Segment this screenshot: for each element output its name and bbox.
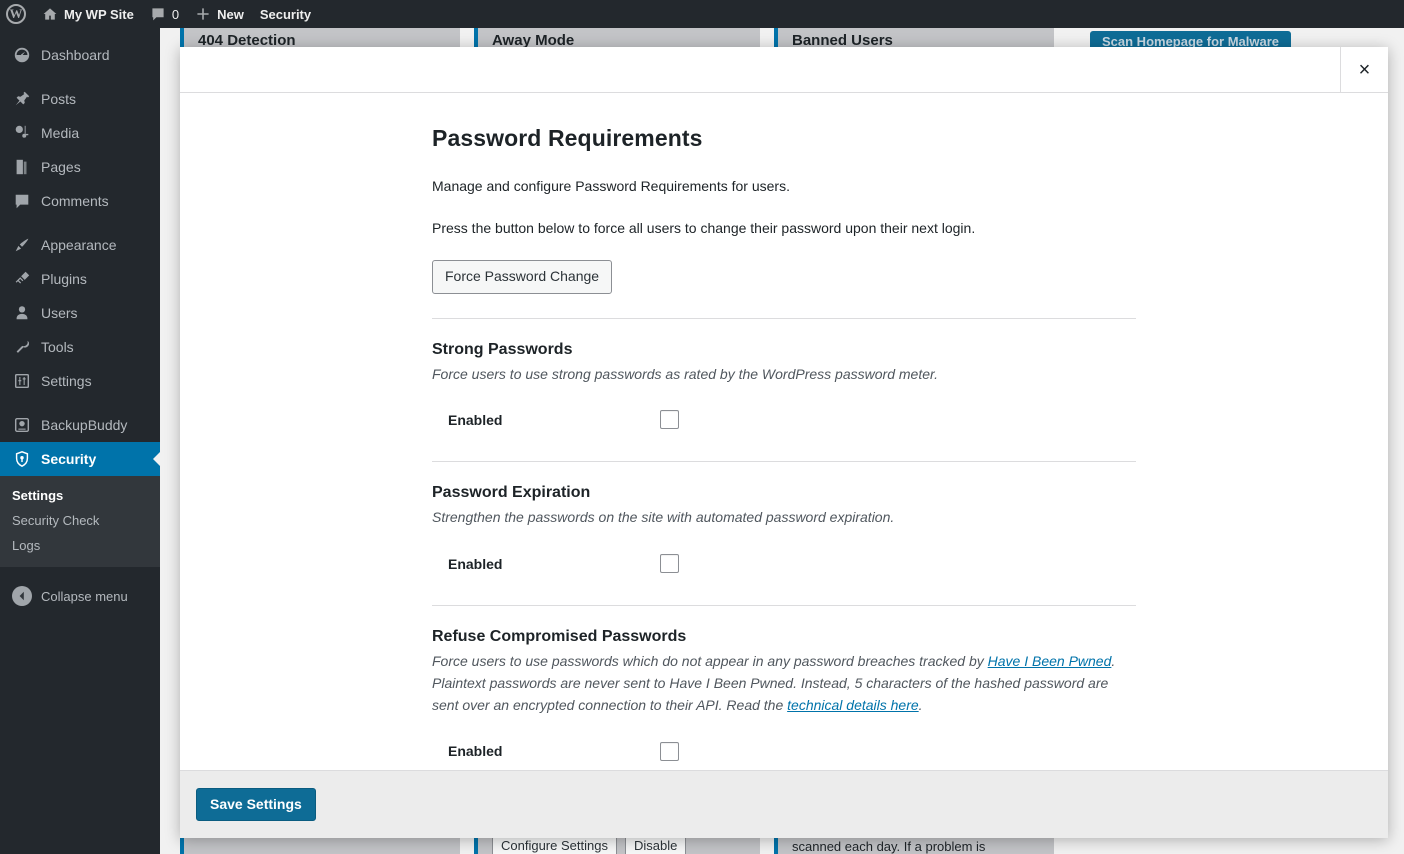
- section-strong-passwords: Strong Passwords Force users to use stro…: [432, 319, 1136, 430]
- enabled-field-row: Enabled: [432, 554, 1136, 574]
- strong-passwords-enabled-checkbox[interactable]: [660, 410, 679, 430]
- password-expiration-enabled-checkbox[interactable]: [660, 554, 679, 574]
- intro-paragraph-2: Press the button below to force all user…: [432, 220, 976, 236]
- enabled-label: Enabled: [448, 411, 503, 428]
- section-title: Refuse Compromised Passwords: [432, 628, 687, 646]
- enabled-label: Enabled: [448, 743, 503, 760]
- enabled-field-row: Enabled: [432, 410, 1136, 430]
- section-description: Strengthen the passwords on the site wit…: [432, 509, 895, 526]
- page-title: Password Requirements: [432, 125, 703, 151]
- desc-text-part-1: Force users to use passwords which do no…: [432, 653, 988, 670]
- refuse-compromised-enabled-checkbox[interactable]: [660, 741, 679, 761]
- force-password-change-button[interactable]: Force Password Change: [432, 260, 613, 294]
- close-icon[interactable]: ×: [1340, 47, 1388, 92]
- section-title: Password Expiration: [432, 484, 591, 502]
- modal-footer: Save Settings: [180, 770, 1388, 838]
- password-requirements-modal: × Password Requirements Manage and confi…: [180, 47, 1388, 838]
- have-i-been-pwned-link[interactable]: Have I Been Pwned: [988, 653, 1112, 669]
- enabled-field-row: Enabled: [432, 741, 1136, 761]
- section-description: Force users to use strong passwords as r…: [432, 365, 939, 382]
- intro-paragraph-1: Manage and configure Password Requiremen…: [432, 178, 790, 194]
- section-password-expiration: Password Expiration Strengthen the passw…: [432, 462, 1136, 574]
- section-description: Force users to use passwords which do no…: [432, 651, 1136, 716]
- modal-overlay: × Password Requirements Manage and confi…: [0, 0, 1404, 854]
- modal-body: Password Requirements Manage and configu…: [180, 93, 1388, 770]
- desc-text-part-3: .: [918, 696, 923, 713]
- enabled-label: Enabled: [448, 555, 503, 572]
- modal-header: ×: [180, 47, 1388, 93]
- section-refuse-compromised-passwords: Refuse Compromised Passwords Force users…: [432, 606, 1136, 761]
- section-title: Strong Passwords: [432, 340, 573, 358]
- save-settings-button[interactable]: Save Settings: [196, 788, 316, 821]
- technical-details-link[interactable]: technical details here: [787, 697, 919, 713]
- admin-page-background: 404 Detection Away Mode Banned Users Sca…: [0, 0, 1404, 854]
- force-password-change-row: Force Password Change: [432, 260, 1136, 294]
